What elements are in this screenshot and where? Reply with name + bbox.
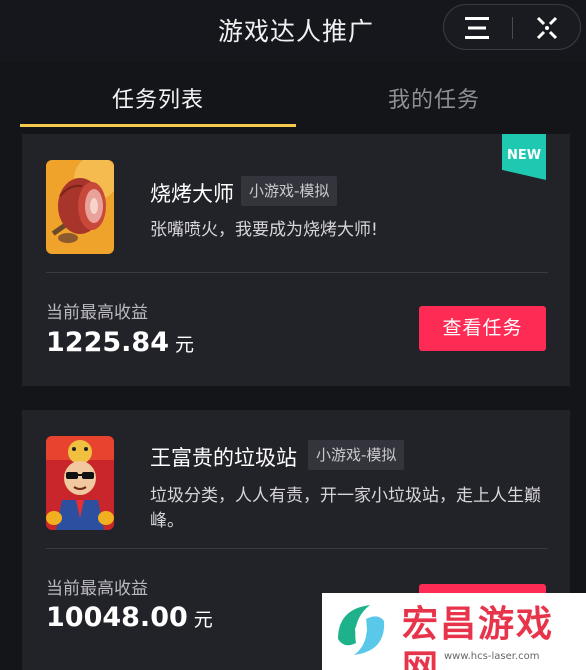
watermark-url: www.hcs-laser.com [444,651,540,662]
close-target-icon [536,16,558,40]
task-card[interactable]: NEW 烧烤大师 小游戏-模拟 张嘴喷火，我要成为烧烤大师! 当前最高收益 12… [22,134,570,386]
earnings-unit: 元 [193,609,213,631]
earnings-amount: 10048.00 [46,602,188,633]
tab-task-list[interactable]: 任务列表 [112,82,204,114]
game-description: 张嘴喷火，我要成为烧烤大师! [150,220,378,240]
earnings-value: 10048.00 元 [46,602,213,633]
game-name: 王富贵的垃圾站 [150,446,297,470]
app-header: 游戏达人推广 [0,0,586,62]
earnings-value: 1225.84 元 [46,327,194,358]
game-name: 烧烤大师 [150,182,234,206]
new-badge: NEW [502,134,546,180]
earnings-unit: 元 [174,334,194,356]
tab-my-tasks[interactable]: 我的任务 [388,82,480,114]
game-category-tag: 小游戏-模拟 [308,440,405,470]
site-watermark: 宏昌游戏网 www.hcs-laser.com [322,593,586,670]
menu-icon [465,17,489,39]
view-task-button[interactable]: 查看任务 [419,306,546,351]
game-category-tag: 小游戏-模拟 [241,176,338,206]
mini-program-capsule [443,4,581,50]
card-divider [46,272,548,273]
active-tab-indicator [20,124,296,127]
tab-bar: 任务列表 我的任务 [0,62,586,128]
junk-station-game-icon [46,436,114,530]
earnings-amount: 1225.84 [46,327,169,358]
earnings-label: 当前最高收益 [46,303,148,323]
roast-meat-game-icon [46,160,114,254]
close-button[interactable] [513,5,581,51]
card-divider [46,548,548,549]
game-description: 垃圾分类，人人有责，开一家小垃圾站，走上人生巅峰。 [150,486,541,531]
earnings-label: 当前最高收益 [46,579,148,599]
new-badge-label: NEW [506,148,542,163]
watermark-logo-icon [338,605,385,655]
menu-button[interactable] [444,5,512,51]
